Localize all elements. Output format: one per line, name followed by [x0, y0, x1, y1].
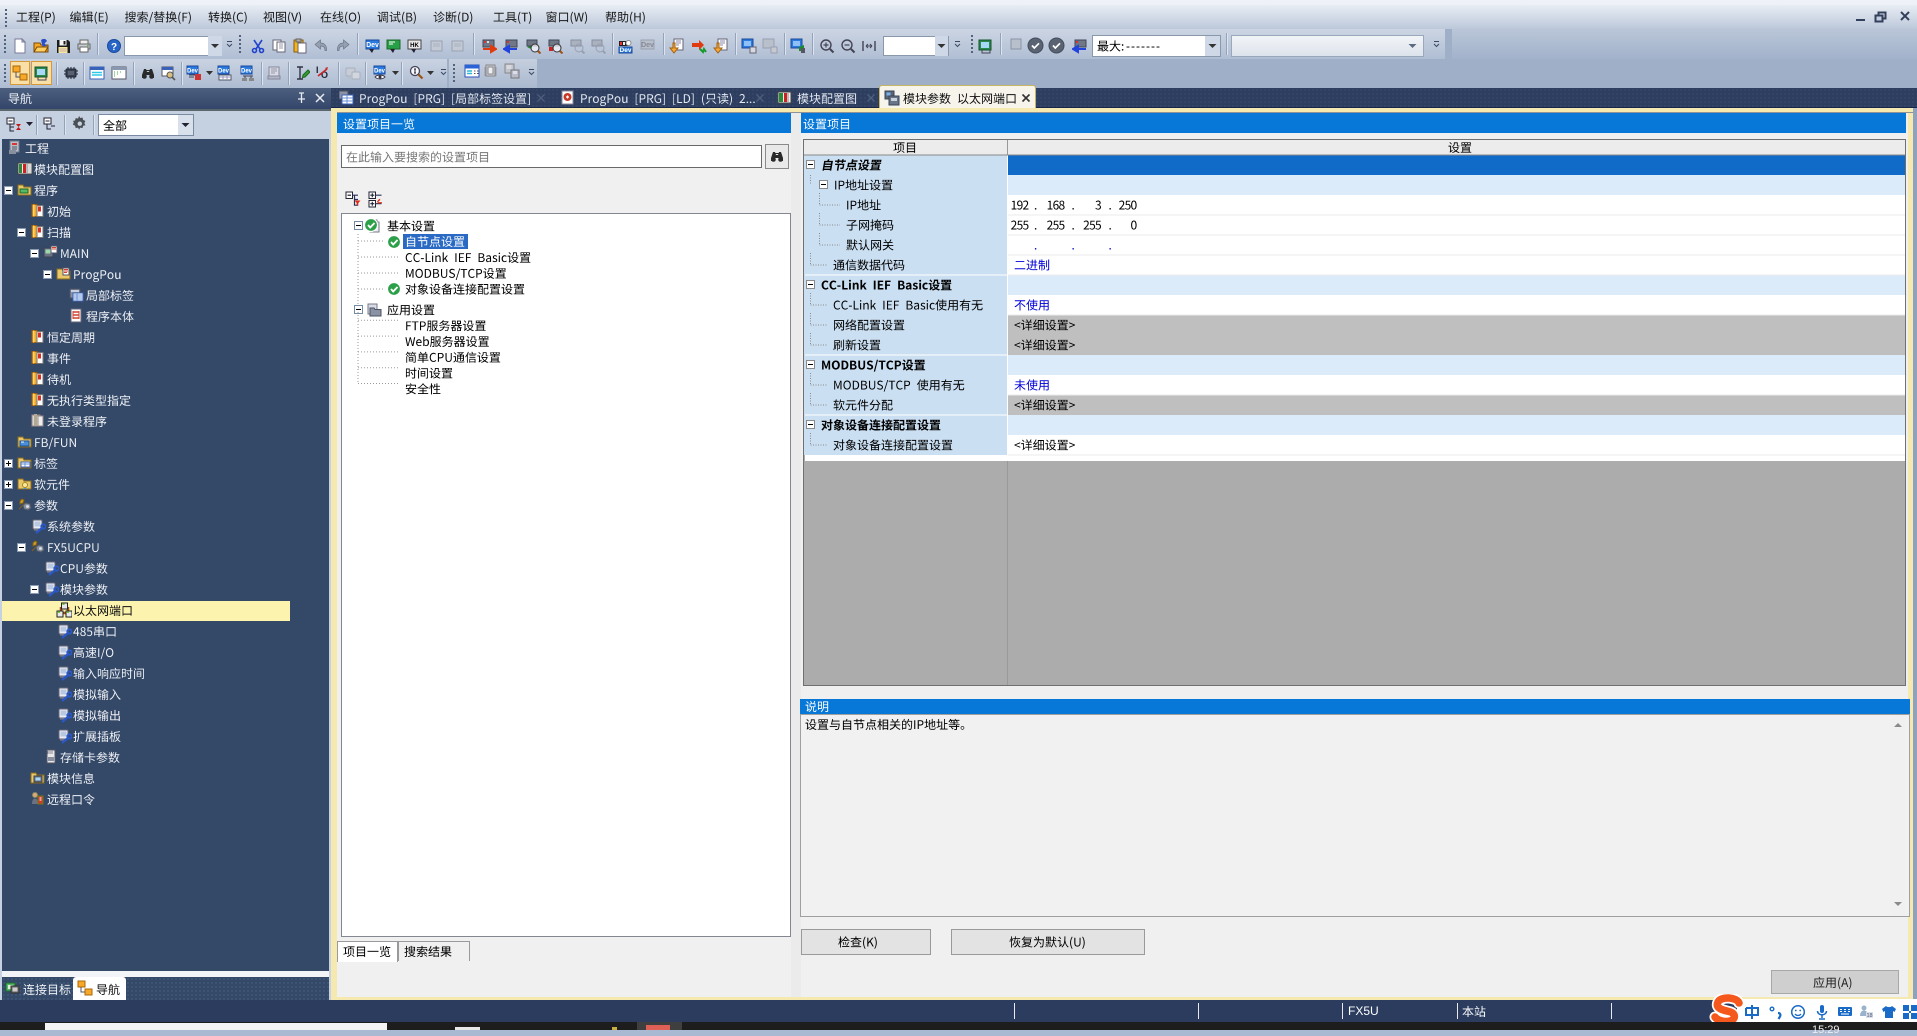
svg-text:I: I: [316, 65, 319, 75]
svg-text:Dev: Dev: [366, 42, 379, 49]
svg-text:HK: HK: [410, 43, 419, 49]
svg-text:Dev: Dev: [641, 42, 654, 49]
svg-text:Dev: Dev: [620, 47, 632, 54]
svg-text:Dev: Dev: [374, 69, 386, 75]
svg-text:18: 18: [1866, 1013, 1872, 1019]
svg-text:Dev: Dev: [218, 69, 230, 75]
svg-text:?: ?: [111, 42, 117, 53]
svg-text:Dev: Dev: [187, 69, 199, 75]
svg-text:Dev: Dev: [241, 69, 253, 75]
